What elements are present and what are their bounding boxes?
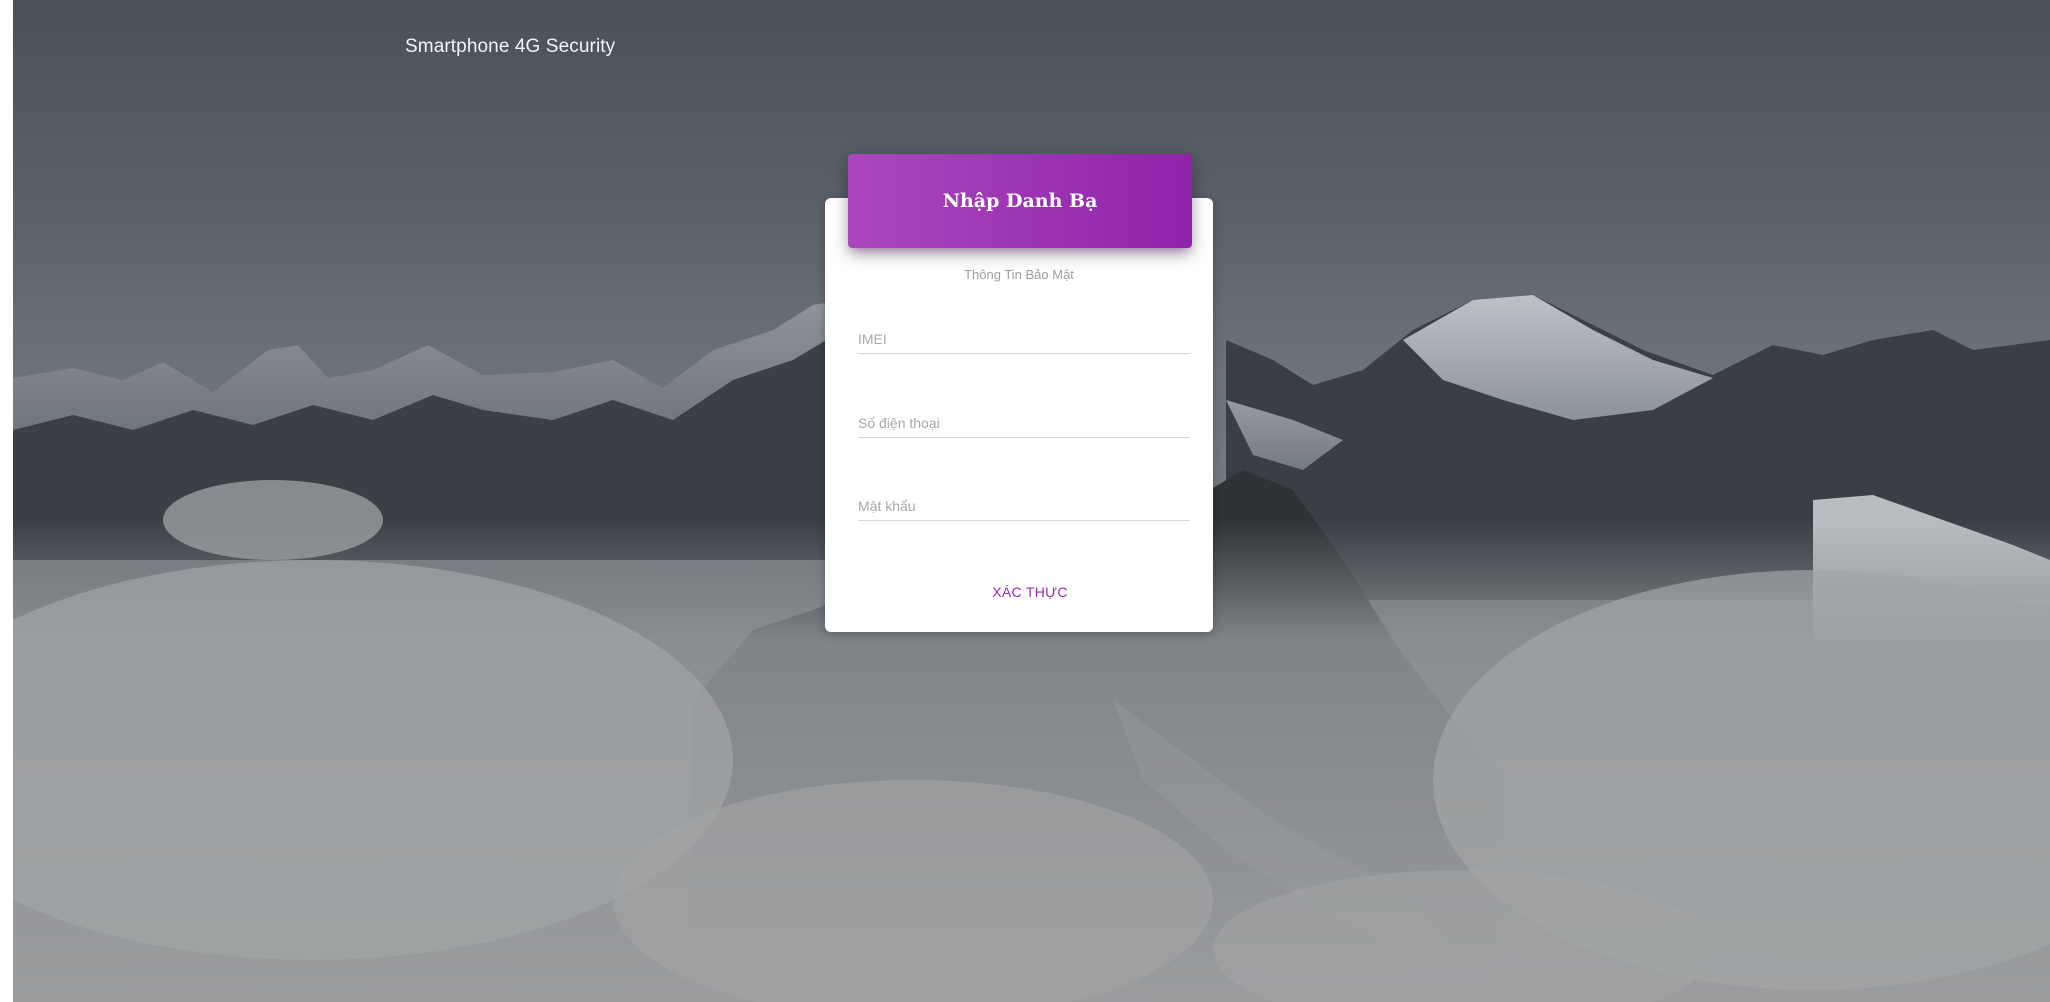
- brand-title[interactable]: Smartphone 4G Security: [405, 36, 615, 58]
- imei-field[interactable]: [858, 313, 1190, 354]
- card-header: Nhập Danh Bạ: [848, 154, 1192, 248]
- phone-input[interactable]: [858, 415, 1190, 431]
- verify-button[interactable]: XÁC THỰC: [960, 575, 1100, 609]
- phone-field[interactable]: [858, 397, 1190, 438]
- card-title: Nhập Danh Bạ: [942, 190, 1098, 212]
- password-input[interactable]: [858, 498, 1190, 514]
- card-subtitle: Thông Tin Bảo Mật: [964, 267, 1074, 282]
- password-field[interactable]: [858, 480, 1190, 521]
- imei-input[interactable]: [858, 331, 1190, 347]
